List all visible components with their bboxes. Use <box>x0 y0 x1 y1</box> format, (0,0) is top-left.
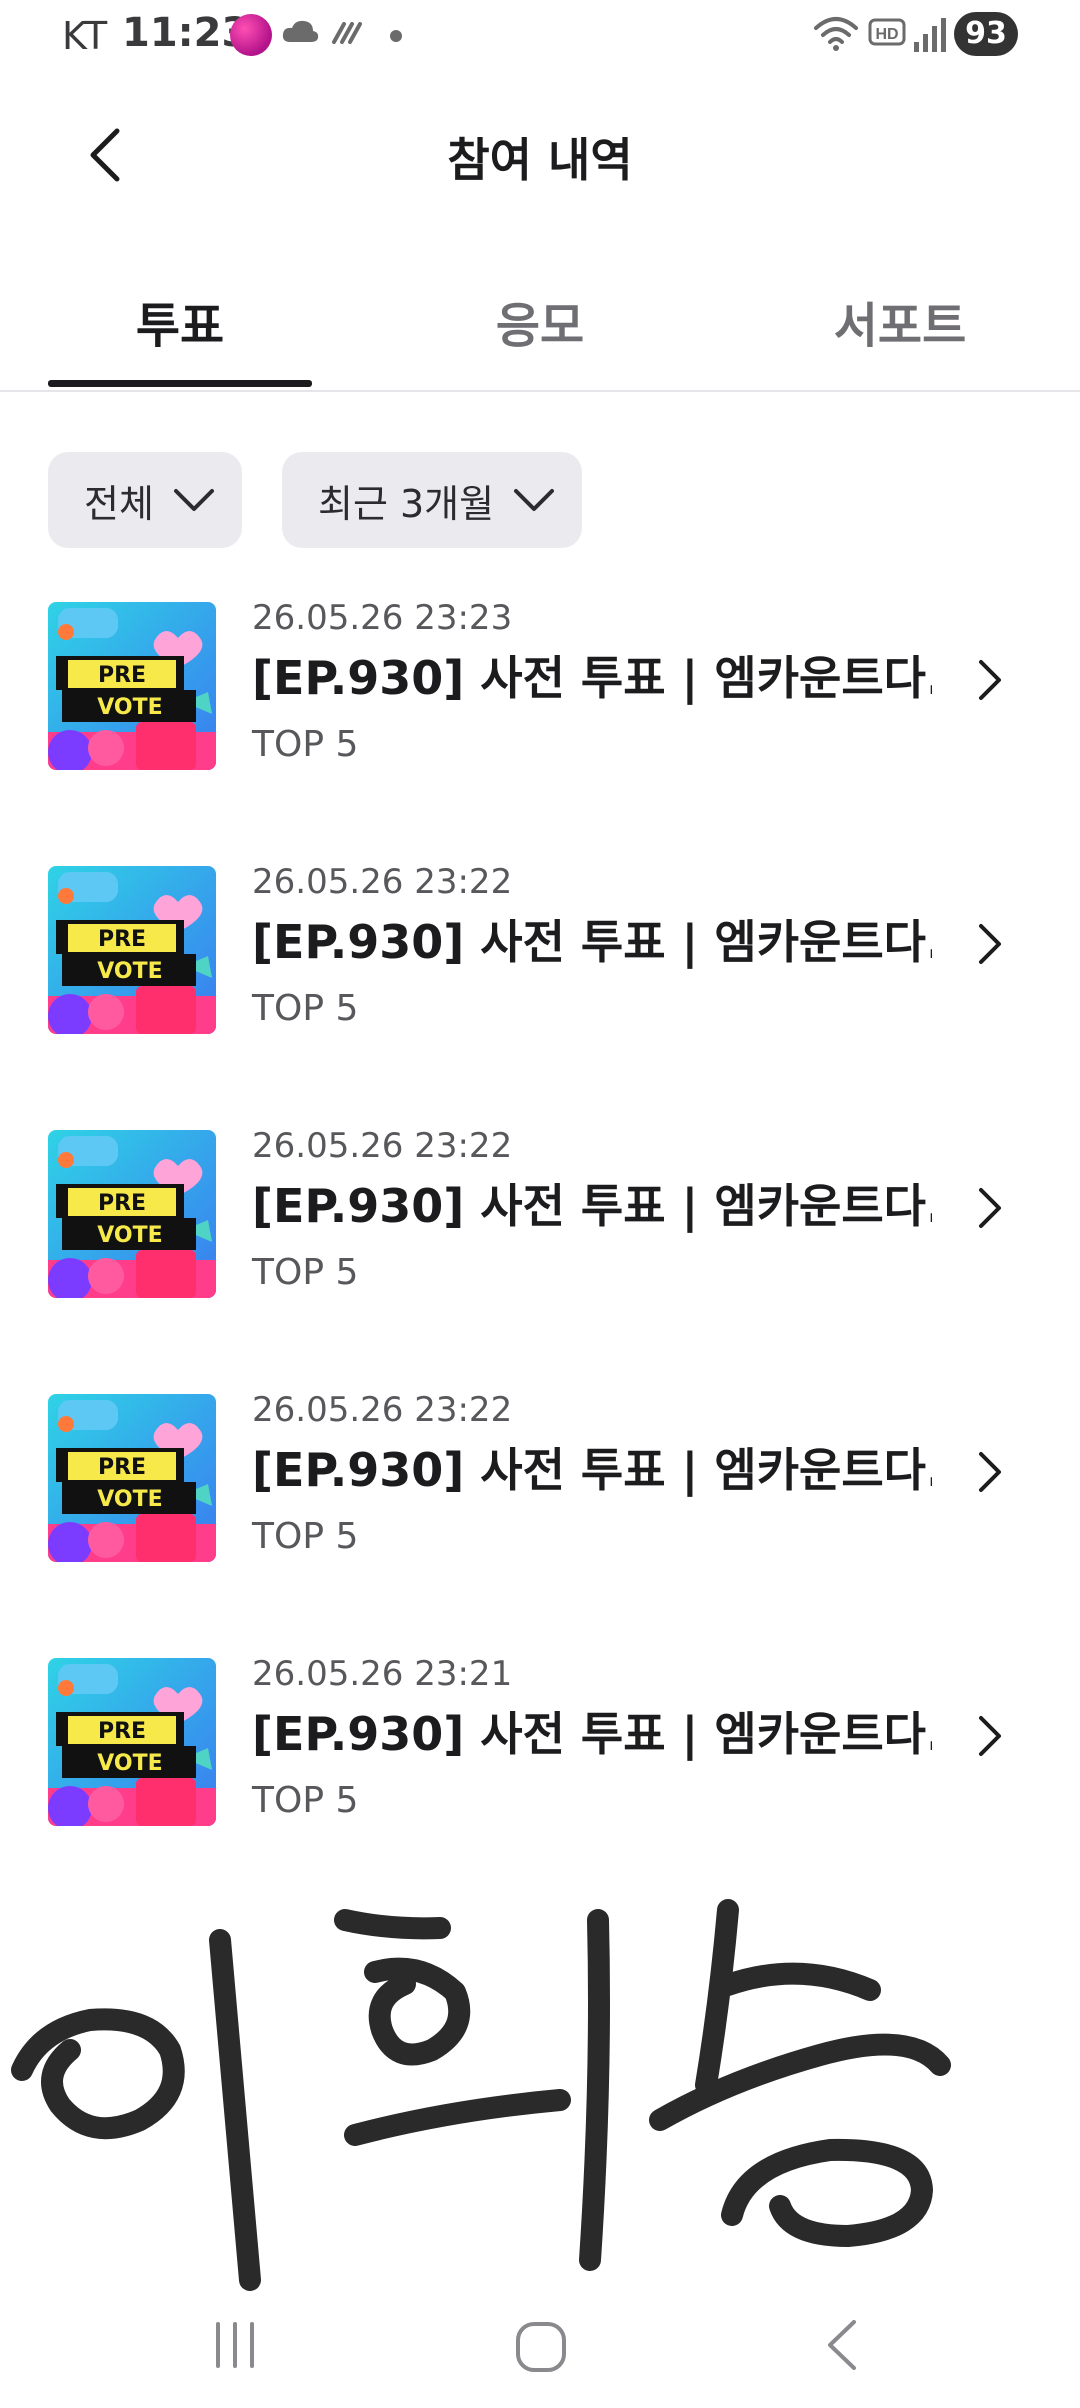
pre-vote-thumbnail: PRE VOTE <box>48 1394 216 1562</box>
header: 참여 내역 <box>0 100 1080 210</box>
item-subtitle: TOP 5 <box>252 724 359 765</box>
thumbnail-line2: VOTE <box>97 1751 162 1776</box>
item-subtitle: TOP 5 <box>252 1252 359 1293</box>
chevron-right-icon <box>960 1178 1020 1238</box>
thumbnail-line1: PRE <box>98 1719 146 1744</box>
item-subtitle: TOP 5 <box>252 1780 359 1821</box>
handwritten-signature <box>0 1880 1080 2300</box>
item-title: [EP.930] 사전 투표 | 엠카운트다... <box>252 651 932 705</box>
item-title: [EP.930] 사전 투표 | 엠카운트다... <box>252 1179 932 1233</box>
chevron-right-icon <box>960 1442 1020 1502</box>
thumbnail-line2: VOTE <box>97 1487 162 1512</box>
pre-vote-thumbnail: PRE VOTE <box>48 602 216 770</box>
page-title: 참여 내역 <box>447 133 633 187</box>
app-notification-icon <box>230 14 272 56</box>
type-filter-label: 전체 <box>84 481 154 526</box>
pre-vote-thumbnail: PRE VOTE <box>48 1130 216 1298</box>
home-icon[interactable] <box>506 2312 576 2386</box>
item-date: 26.05.26 23:23 <box>252 598 513 638</box>
item-date: 26.05.26 23:22 <box>252 1126 513 1166</box>
thumbnail-line2: VOTE <box>97 959 162 984</box>
tab-bar: 투표 응모 서포트 <box>0 262 1080 392</box>
chevron-right-icon <box>960 1706 1020 1766</box>
cloud-icon <box>280 16 320 50</box>
chevron-down-icon <box>172 486 216 514</box>
thumbnail-line1: PRE <box>98 1191 146 1216</box>
item-title: [EP.930] 사전 투표 | 엠카운트다... <box>252 1443 932 1497</box>
tab-support[interactable]: 서포트 <box>768 286 1032 356</box>
status-bar: KT 11:23 HD 93 <box>0 0 1080 72</box>
active-tab-indicator <box>48 380 312 387</box>
thumbnail-line1: PRE <box>98 1455 146 1480</box>
tab-vote[interactable]: 투표 <box>48 286 312 356</box>
svg-text:HD: HD <box>875 26 898 43</box>
back-icon[interactable] <box>808 2310 878 2384</box>
item-date: 26.05.26 23:22 <box>252 862 513 902</box>
wifi-icon <box>812 14 860 58</box>
pre-vote-thumbnail: PRE VOTE <box>48 866 216 1034</box>
list-item[interactable]: PRE VOTE 26.05.26 23:22 [EP.930] 사전 투표 |… <box>0 862 1080 1062</box>
type-filter-dropdown[interactable]: 전체 <box>48 452 242 548</box>
list-item[interactable]: PRE VOTE 26.05.26 23:22 [EP.930] 사전 투표 |… <box>0 1390 1080 1590</box>
list-item[interactable]: PRE VOTE 26.05.26 23:22 [EP.930] 사전 투표 |… <box>0 1126 1080 1326</box>
hd-icon: HD <box>868 18 908 54</box>
period-filter-label: 최근 3개월 <box>318 481 495 526</box>
item-title: [EP.930] 사전 투표 | 엠카운트다... <box>252 915 932 969</box>
item-date: 26.05.26 23:21 <box>252 1654 513 1694</box>
thumbnail-line1: PRE <box>98 927 146 952</box>
thumbnail-line2: VOTE <box>97 695 162 720</box>
tab-entry[interactable]: 응모 <box>408 286 672 356</box>
chevron-down-icon <box>512 486 556 514</box>
item-subtitle: TOP 5 <box>252 988 359 1029</box>
item-date: 26.05.26 23:22 <box>252 1390 513 1430</box>
recent-apps-icon[interactable] <box>200 2310 270 2384</box>
thumbnail-line1: PRE <box>98 663 146 688</box>
thumbnail-line2: VOTE <box>97 1223 162 1248</box>
list-item[interactable]: PRE VOTE 26.05.26 23:23 [EP.930] 사전 투표 |… <box>0 598 1080 798</box>
chevron-right-icon <box>960 650 1020 710</box>
dot-icon <box>390 30 402 42</box>
battery-icon: 93 <box>954 12 1018 56</box>
list-item[interactable]: PRE VOTE 26.05.26 23:21 [EP.930] 사전 투표 |… <box>0 1654 1080 1854</box>
system-nav-bar <box>0 2290 1080 2408</box>
pre-vote-thumbnail: PRE VOTE <box>48 1658 216 1826</box>
hatch-icon <box>330 20 366 50</box>
signal-icon <box>912 14 948 58</box>
item-subtitle: TOP 5 <box>252 1516 359 1557</box>
chevron-right-icon <box>960 914 1020 974</box>
period-filter-dropdown[interactable]: 최근 3개월 <box>282 452 583 548</box>
item-title: [EP.930] 사전 투표 | 엠카운트다... <box>252 1707 932 1761</box>
carrier-label: KT <box>62 14 108 58</box>
